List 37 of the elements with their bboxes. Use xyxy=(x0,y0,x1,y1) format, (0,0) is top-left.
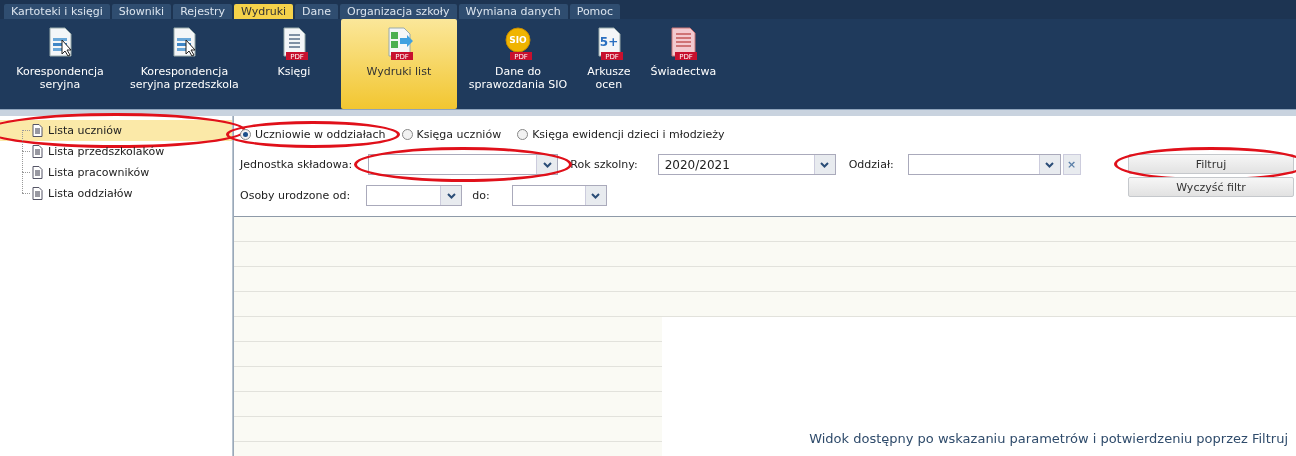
document-icon xyxy=(32,187,43,200)
sidebar-item[interactable]: Lista uczniów xyxy=(0,120,232,141)
radio-option[interactable]: Księga uczniów xyxy=(401,127,502,141)
ribbon-button[interactable]: Korespondencja seryjna przedszkola xyxy=(122,19,247,109)
menu-tab[interactable]: Kartoteki i księgi xyxy=(4,4,110,19)
filter-button[interactable]: Filtruj xyxy=(1128,154,1294,174)
field-label: do: xyxy=(472,189,490,202)
menu-tab[interactable]: Organizacja szkoły xyxy=(340,4,457,19)
document-icon xyxy=(32,166,43,179)
dropdown-field[interactable] xyxy=(907,154,1061,175)
menu-tab[interactable]: Dane xyxy=(295,4,339,19)
chevron-down-icon xyxy=(820,161,830,168)
chevron-down-icon xyxy=(542,161,552,168)
ribbon-button[interactable]: Korespondencja seryjna xyxy=(2,19,118,109)
filter-button[interactable]: Wyczyść filtr xyxy=(1128,177,1294,197)
document-icon xyxy=(32,124,43,137)
dropdown-field[interactable] xyxy=(368,154,559,175)
menu-tab[interactable]: Rejestry xyxy=(173,4,232,19)
menu-tab[interactable]: Słowniki xyxy=(111,4,172,19)
dropdown-field[interactable] xyxy=(511,185,607,206)
dropdown-field[interactable]: 2020/2021 xyxy=(657,154,836,175)
radio-option[interactable]: Uczniowie w oddziałach xyxy=(240,127,386,141)
menu-tab[interactable]: Wymiana danych xyxy=(458,4,568,19)
menu-tab[interactable]: Wydruki xyxy=(234,4,294,19)
dropdown-field[interactable] xyxy=(366,185,463,206)
menu-tab[interactable]: Pomoc xyxy=(569,4,621,19)
chevron-down-icon xyxy=(591,192,601,199)
clear-button[interactable]: × xyxy=(1062,154,1081,175)
field-label: Osoby urodzone od: xyxy=(240,189,351,202)
document-icon xyxy=(32,145,43,158)
radio-option[interactable]: Księga ewidencji dzieci i młodzieży xyxy=(517,127,725,141)
field-label: Rok szkolny: xyxy=(570,158,638,171)
info-message: Widok dostępny po wskazaniu parametrów i potwierdzeniu poprzez Filtruj xyxy=(809,431,1288,446)
field-label: Jednostka składowa: xyxy=(240,158,353,171)
chevron-down-icon xyxy=(446,192,456,199)
chevron-down-icon xyxy=(1045,161,1055,168)
field-label: Oddział: xyxy=(848,158,894,171)
